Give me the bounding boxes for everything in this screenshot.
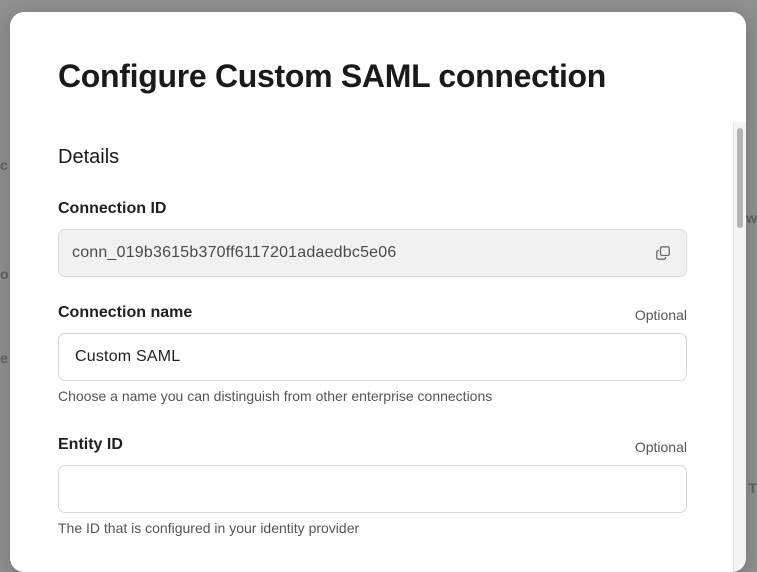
entity-id-optional: Optional: [634, 439, 687, 455]
modal-scroll-content[interactable]: Details Connection ID conn_019b3615b370f…: [10, 122, 746, 572]
connection-id-header: Connection ID: [58, 200, 687, 222]
connection-name-label: Connection name: [58, 304, 193, 321]
background-fragment: o: [0, 266, 9, 282]
connection-name-input[interactable]: Custom SAML: [58, 333, 687, 381]
configure-saml-modal: Configure Custom SAML connection Details…: [10, 12, 746, 572]
scrollbar-track[interactable]: [733, 122, 746, 572]
copy-icon[interactable]: [656, 246, 670, 260]
connection-name-header: Connection name Optional: [58, 304, 687, 326]
background-fragment: e: [0, 350, 8, 366]
scrollbar-thumb[interactable]: [737, 128, 743, 228]
connection-id-value: conn_019b3615b370ff6117201adaedbc5e06: [72, 244, 397, 261]
entity-id-field: Entity ID Optional The ID that is config…: [58, 436, 687, 536]
entity-id-label: Entity ID: [58, 436, 123, 453]
connection-name-help: Choose a name you can distinguish from o…: [58, 388, 493, 404]
background-fragment: c: [0, 157, 8, 173]
connection-id-field: Connection ID conn_019b3615b370ff6117201…: [58, 200, 687, 277]
modal-title: Configure Custom SAML connection: [58, 58, 607, 94]
connection-name-optional: Optional: [634, 307, 687, 323]
connection-id-label: Connection ID: [58, 200, 167, 217]
connection-id-input[interactable]: conn_019b3615b370ff6117201adaedbc5e06: [58, 229, 687, 277]
connection-name-value: Custom SAML: [75, 348, 181, 365]
background-fragment: T: [748, 480, 757, 496]
connection-name-field: Connection name Optional Custom SAML Cho…: [58, 304, 687, 404]
entity-id-help: The ID that is configured in your identi…: [58, 520, 360, 536]
details-section-title: Details: [58, 146, 120, 168]
entity-id-input[interactable]: [58, 465, 687, 513]
entity-id-header: Entity ID Optional: [58, 436, 687, 458]
background-fragment: w: [746, 210, 757, 226]
